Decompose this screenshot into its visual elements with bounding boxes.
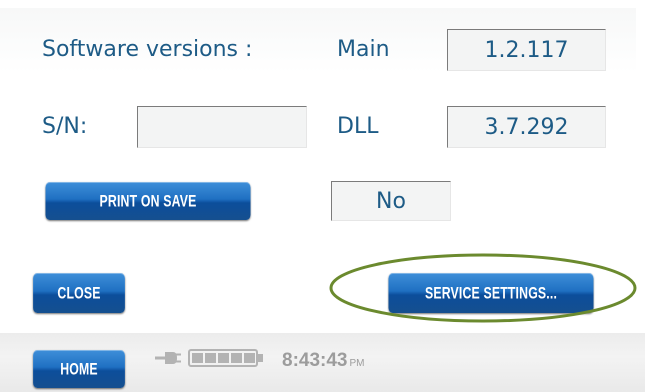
service-settings-button[interactable]: SERVICE SETTINGS... [388,273,594,313]
print-on-save-button[interactable]: PRINT ON SAVE [45,182,251,220]
print-on-save-button-label: PRINT ON SAVE [99,191,197,211]
battery-cell [218,353,229,363]
clock-ampm: PM [349,358,365,369]
battery-cell [192,353,203,363]
close-button-label: CLOSE [57,283,101,303]
close-button[interactable]: CLOSE [33,273,125,313]
dll-version-field: 3.7.292 [447,106,606,148]
clock-time: 8:43:43 [282,350,348,371]
serial-number-field[interactable] [137,106,307,148]
battery-cell [231,353,242,363]
plug-icon [155,352,181,364]
settings-screen: Software versions : Main 1.2.117 S/N: DL… [0,0,645,392]
home-button-label: HOME [60,359,98,379]
status-clock: 8:43:43 PM [282,350,365,372]
main-version-label: Main [337,37,390,62]
battery-icon [188,349,263,367]
software-versions-label: Software versions : [42,37,253,62]
home-button[interactable]: HOME [33,350,125,388]
service-settings-button-label: SERVICE SETTINGS... [424,283,558,303]
battery-cell [244,353,255,363]
serial-number-label: S/N: [42,114,88,139]
print-on-save-value[interactable]: No [331,181,451,221]
dll-version-label: DLL [337,114,379,139]
battery-cell [205,353,216,363]
main-version-field: 1.2.117 [447,29,606,71]
